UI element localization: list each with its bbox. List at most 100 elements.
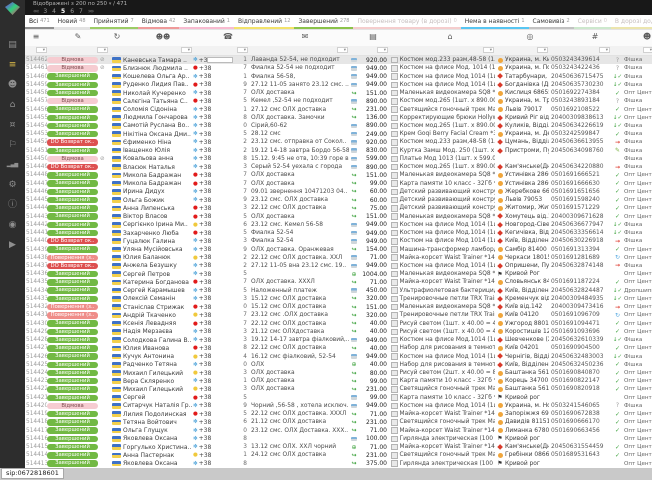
order-row[interactable]: 514433ЗавершенийОлексій Семанін✻+38315.1… [25, 295, 652, 303]
order-row[interactable]: 514423ЗавершенийВера Скляренко✻+381ОЛХ д… [25, 377, 652, 385]
order-row[interactable]: 514420ВідмоваСитарчук Наталія Гр..✻+389Ч… [25, 402, 652, 410]
reviews-icon[interactable]: ◉ [0, 219, 25, 231]
column-filter-dropdown-7[interactable]: ▾ [537, 47, 548, 53]
tab-6[interactable]: Завершений278 [294, 15, 353, 29]
stats-icon[interactable]: ▂▄▆ [0, 159, 25, 171]
order-row[interactable]: 514456ЗавершенийСоломія Сідоніна✻+38127.… [25, 105, 652, 113]
order-row[interactable]: 514425ЗавершенийРадченко Тетяна✻+380ОЛХ⊕… [25, 361, 652, 369]
location-icon[interactable]: ◎ [527, 31, 534, 43]
column-filter-dropdown-2[interactable]: ▾ [181, 47, 192, 53]
tab-9[interactable]: Самовивіз2 [529, 15, 574, 29]
order-row[interactable]: 514422ЗавершенийМихаил Гилецький●+383ОЛХ… [25, 385, 652, 393]
column-filter-dropdown-5[interactable]: ▾ [377, 47, 388, 53]
page-number-4[interactable]: 4 [52, 8, 56, 15]
order-row[interactable]: 514459ЗавершенийРуденко Лидия Пав..●+389… [25, 81, 652, 89]
app-logo-icon[interactable] [5, 2, 20, 15]
order-row[interactable]: 514417ЗавершенийОльга Глущук✻+38023.12 с… [25, 427, 652, 435]
order-row[interactable]: 514426ЗавершенийКучук Антонина●+38416.12… [25, 352, 652, 360]
order-row[interactable]: 514419ЗавершенийЛилия Подолинская●+38522… [25, 410, 652, 418]
page-number-6[interactable]: 6 [70, 8, 74, 15]
order-row[interactable]: 514429ЗавершенийНадія Мерзаєва✻+38321.12… [25, 328, 652, 336]
manager-icon[interactable]: ☻ [643, 31, 651, 43]
order-row[interactable]: 514453ЗавершенийНікітіна Оксана Дми..✻+3… [25, 130, 652, 138]
tab-10[interactable]: Сервіси0 [574, 15, 611, 29]
page-number-5[interactable]: 5 [61, 8, 65, 15]
refusal-reason-icon[interactable]: ⊘ [100, 57, 105, 63]
tab-5[interactable]: Відправлений12 [234, 15, 295, 29]
order-row[interactable]: 514448ЗавершенийМикола Бадражан●+387ОЛХ … [25, 171, 652, 179]
tab-1[interactable]: Новий48 [54, 15, 90, 29]
order-row[interactable]: 514439ЗавершенийУляна Мусійовська✻+389ОЛ… [25, 245, 652, 253]
refresh-icon[interactable]: ↻ [114, 31, 121, 43]
order-row[interactable]: 514436ЗавершенийСергей Петров✻+385⊕1004.… [25, 270, 652, 278]
order-row[interactable]: 514462Відмова⊘Каневська Тамара ..✻+381Ла… [25, 56, 652, 64]
order-row[interactable]: 514455ЗавершенийЛюдмила Гончарова✻+388ОЛ… [25, 114, 652, 122]
order-row[interactable]: 514451ЗавершенийІващенко Юлія✻+38219.12 … [25, 147, 652, 155]
comment-icon[interactable]: ✉ [302, 31, 309, 43]
last-page-button[interactable]: »» [88, 8, 93, 15]
column-filter-dropdown-1[interactable]: ▾ [97, 47, 108, 53]
order-row[interactable]: 514432Повернення (з..Станіслав Стрижак●+… [25, 303, 652, 311]
order-row[interactable]: 514435ЗавершенийКатерина Богданова●+387О… [25, 278, 652, 286]
order-row[interactable]: 514437DO Возврат ок..Анжела Безушку✻+382… [25, 262, 652, 270]
column-filter-dropdown-0[interactable]: ▾ [36, 47, 47, 53]
order-row[interactable]: 514457ВідмоваСалєгіна Татьяна С..●+385Ке… [25, 97, 652, 105]
order-row[interactable]: 514450Відмова⊘Ковальова анна✻+38815.12. … [25, 155, 652, 163]
purchases-icon[interactable]: ¤ [0, 119, 25, 131]
range-dropdown-caret[interactable]: ▾ [109, 1, 112, 7]
info-icon[interactable]: ⓘ [0, 199, 25, 211]
phone-inline-input[interactable] [207, 57, 233, 63]
order-row[interactable]: 514447ЗавершенийМикола Бадражан●+387ОЛХ … [25, 180, 652, 188]
phone-icon[interactable]: ☎ [223, 31, 233, 43]
order-row[interactable]: 514442ЗавершенийСергієнко Ірина Ми..●+38… [25, 221, 652, 229]
order-row[interactable]: 514460ЗавершенийКошелева Ольга Ар..✻+381… [25, 72, 652, 80]
order-row[interactable]: 514454ЗавершенийСамотій Руслана Во..✻+38… [25, 122, 652, 130]
order-row[interactable]: 514445ЗавершенийОльга Божик✻+38923.12 см… [25, 196, 652, 204]
settings-icon[interactable]: ⚙ [0, 179, 25, 191]
order-row[interactable]: 514452DO Возврат ок..Єфименко Ніна✻+3822… [25, 138, 652, 146]
order-row[interactable]: 514427ЗавершенийЮлия Иванова●+38822.12 с… [25, 344, 652, 352]
refusal-reason-icon[interactable]: ⊘ [100, 65, 105, 71]
order-row[interactable]: 514449DO Возврат ок..Власюк Наталья✻+383… [25, 163, 652, 171]
product-icon[interactable]: ⌂ [447, 31, 452, 43]
video-icon[interactable]: ▶ [0, 239, 25, 251]
column-filter-dropdown-3[interactable]: ▾ [237, 47, 248, 53]
order-row[interactable]: 514421ЗавершенийСергей●+38599.00Карта па… [25, 394, 652, 402]
tab-all[interactable]: Всі471 [25, 15, 54, 29]
order-row[interactable]: 514438Повернення (з..Юлия Баланюк●+38222… [25, 254, 652, 262]
order-row[interactable]: 514430ЗавершенийКсенія Левадняя●+38722.1… [25, 320, 652, 328]
tab-4[interactable]: Запакований1 [179, 15, 234, 29]
order-row[interactable]: 514413ЗавершенийЯковлева Оксана✻+388↪375… [25, 459, 652, 467]
clients-icon[interactable]: ☻ [0, 79, 25, 91]
refusal-reason-icon[interactable]: ⊘ [100, 156, 105, 162]
tab-7[interactable]: Повернення товару (в дорозі)0 [353, 15, 460, 29]
page-number-3[interactable]: 3 [43, 8, 47, 15]
column-filter-dropdown-6[interactable]: ▾ [483, 47, 494, 53]
order-row[interactable]: 514416ЗавершенийЯковлева Оксана✻+388100.… [25, 435, 652, 443]
order-row[interactable]: 514414ЗавершенийАнна Пастернак●+38124.12… [25, 451, 652, 459]
warehouse-icon[interactable]: ⌂ [0, 99, 25, 111]
tab-8[interactable]: Нема в наявності1 [461, 15, 529, 29]
order-row[interactable]: 514461Відмова⊘Близнюк Людмила ..●+387Фиа… [25, 64, 652, 72]
orders-icon[interactable]: ≡ [0, 59, 25, 71]
order-row[interactable]: 514446ЗавершенийИрина Дидух✻+38709.01 зв… [25, 188, 652, 196]
order-row[interactable]: 514441ЗавершенийЗахарченко Люба●+385Фиал… [25, 229, 652, 237]
order-row[interactable]: 514443ЗавершенийВіктор Власов●+385ОЛХ до… [25, 212, 652, 220]
tracking-icon[interactable]: # [592, 31, 599, 43]
page-number-7[interactable]: 7 [79, 8, 83, 15]
order-row[interactable]: 514431Повернення (з..Андрій Ткаченко●+38… [25, 311, 652, 319]
column-filter-dropdown-9[interactable]: ▾ [643, 47, 652, 53]
order-row[interactable]: 514440DO Возврат ок..Гуцалюк Галина✻+383… [25, 237, 652, 245]
order-row[interactable]: 514428ЗавершенийСолодкова Галина В..✻+38… [25, 336, 652, 344]
tab-2[interactable]: Прийнятий7 [90, 15, 138, 29]
order-row[interactable]: 514434ЗавершенийСергей Карамышев✻+385Нал… [25, 287, 652, 295]
tab-3[interactable]: Відмова42 [138, 15, 180, 29]
first-page-button[interactable]: «« [33, 8, 38, 15]
payment-icon[interactable]: ▤ [369, 31, 377, 43]
column-filter-dropdown-8[interactable]: ▾ [599, 47, 610, 53]
order-row[interactable]: 514458ЗавершенийНиколай Кучеренко✻+387ОЛ… [25, 89, 652, 97]
column-filter-dropdown-4[interactable]: ▾ [337, 47, 348, 53]
clients-icon[interactable]: ☻☻ [156, 31, 171, 43]
order-row[interactable]: 514418ЗавершенийТетяна Войтович✻+38621.1… [25, 418, 652, 426]
status-icon[interactable]: ✎ [75, 31, 82, 43]
